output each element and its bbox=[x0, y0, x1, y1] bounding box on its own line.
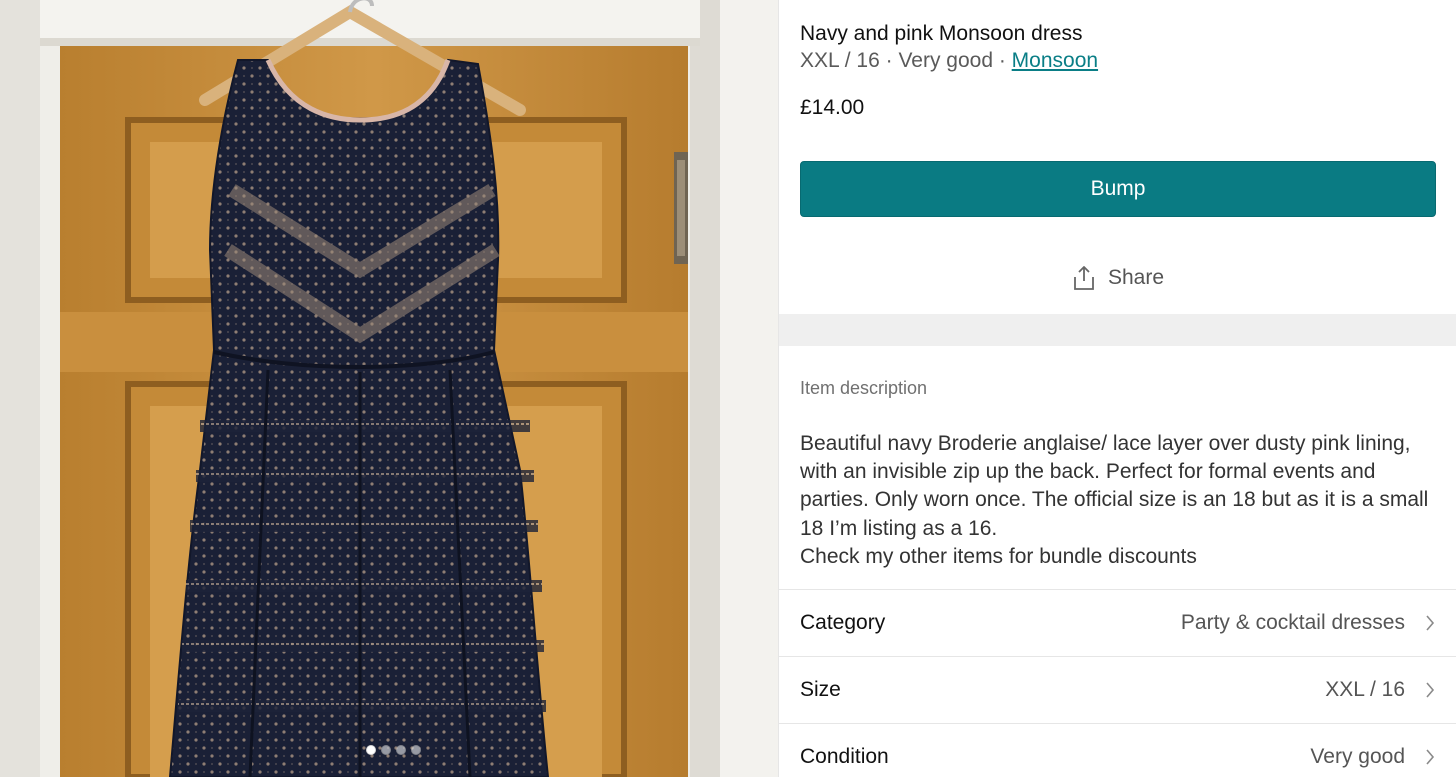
detail-key: Category bbox=[800, 611, 886, 634]
gallery-dot-4[interactable] bbox=[411, 745, 421, 755]
description-heading: Item description bbox=[800, 378, 928, 398]
listing-price: £14.00 bbox=[800, 96, 865, 119]
description-line: 18 I’m listing as a 16. bbox=[800, 516, 998, 540]
brand-link[interactable]: Monsoon bbox=[1012, 49, 1098, 72]
bump-button[interactable]: Bump bbox=[800, 161, 1436, 217]
share-upload-icon bbox=[1074, 266, 1094, 290]
gallery-dot-1[interactable] bbox=[366, 745, 376, 755]
listing-size-condition: XXL / 16 · Very good · bbox=[800, 49, 1012, 72]
chevron-right-icon bbox=[1426, 615, 1435, 631]
detail-key: Size bbox=[800, 678, 841, 701]
detail-value: Party & cocktail dresses bbox=[1180, 611, 1405, 634]
product-photo[interactable] bbox=[0, 0, 778, 777]
share-button[interactable]: Share bbox=[779, 258, 1456, 298]
detail-row-size[interactable]: Size XXL / 16 bbox=[779, 656, 1456, 723]
detail-row-category[interactable]: Category Party & cocktail dresses bbox=[779, 589, 1456, 656]
section-divider bbox=[779, 314, 1456, 346]
chevron-right-icon bbox=[1426, 682, 1435, 698]
dress-photo-illustration bbox=[0, 0, 778, 777]
detail-row-condition[interactable]: Condition Very good bbox=[779, 723, 1456, 777]
chevron-right-icon bbox=[1426, 749, 1435, 765]
gallery-dot-3[interactable] bbox=[396, 745, 406, 755]
description-text: Beautiful navy Broderie anglaise/ lace l… bbox=[800, 430, 1440, 571]
detail-value: Very good bbox=[1310, 745, 1405, 768]
listing-meta: XXL / 16 · Very good · Monsoon bbox=[800, 49, 1098, 73]
description-line: Beautiful navy Broderie anglaise/ lace l… bbox=[800, 432, 1411, 455]
description-line: parties. Only worn once. The official si… bbox=[800, 488, 1429, 512]
share-label: Share bbox=[1107, 266, 1165, 289]
listing-title: Navy and pink Monsoon dress bbox=[800, 22, 1083, 45]
description-line: Check my other items for bundle discount… bbox=[800, 544, 1197, 568]
bump-button-label: Bump bbox=[1090, 177, 1146, 200]
gallery-pagination[interactable] bbox=[366, 745, 421, 755]
listing-info-panel: Navy and pink Monsoon dress XXL / 16 · V… bbox=[778, 0, 1456, 777]
gallery-dot-2[interactable] bbox=[381, 745, 391, 755]
description-line: with an invisible zip up the back. Perfe… bbox=[800, 460, 1376, 484]
detail-key: Condition bbox=[800, 745, 889, 768]
detail-value: XXL / 16 bbox=[1325, 678, 1405, 701]
